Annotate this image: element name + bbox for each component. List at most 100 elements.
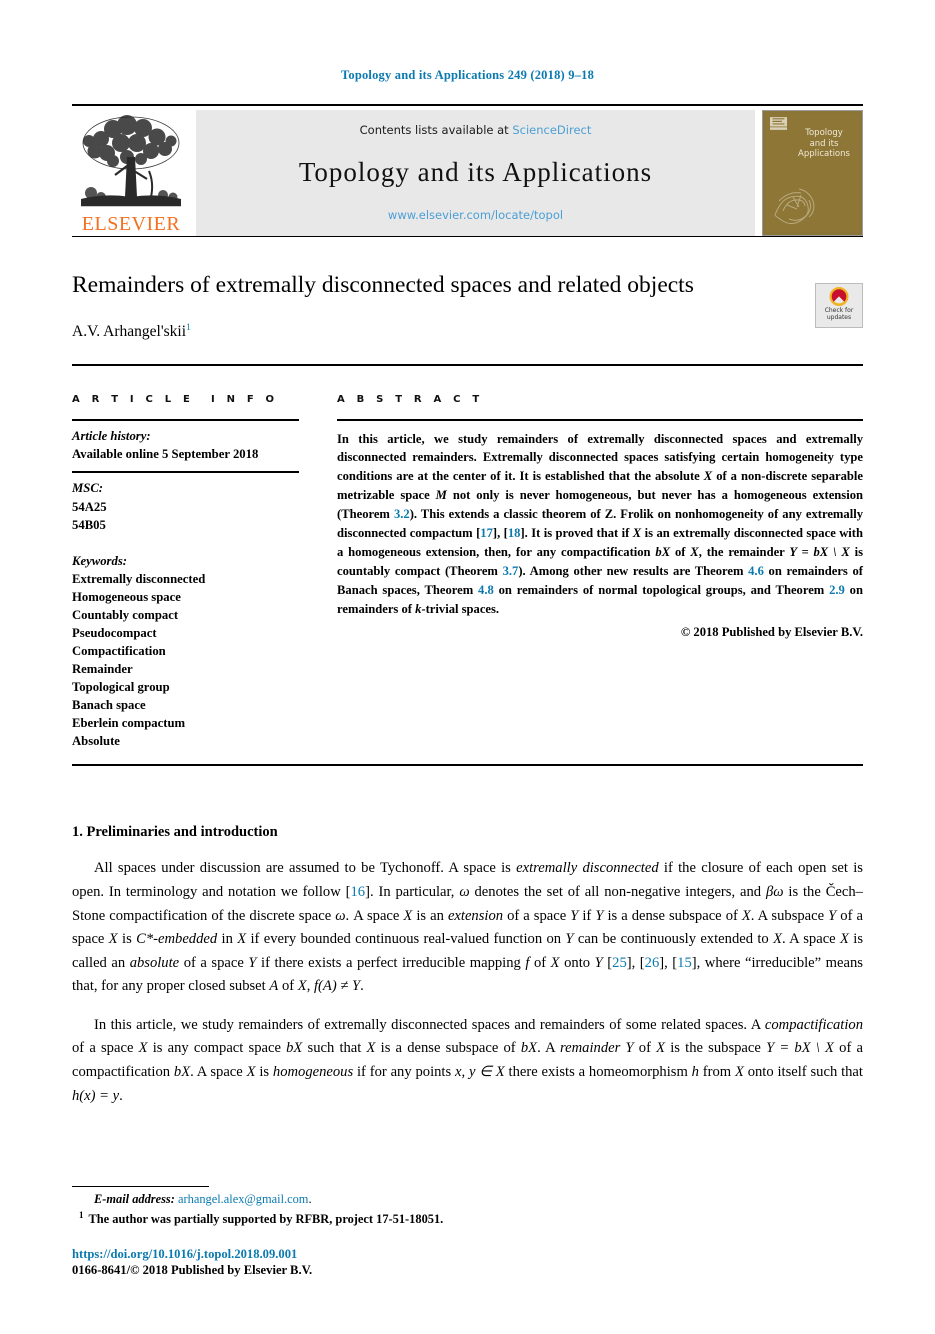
body-seg: , [306, 978, 314, 995]
body-seg: can be continuously extended to [573, 931, 774, 948]
math-var: X [734, 1064, 744, 1080]
title-block: Remainders of extremally disconnected sp… [72, 271, 863, 342]
keyword-item: Eberlein compactum [72, 716, 186, 731]
article-info-heading-word1: A R T I C L E [72, 393, 195, 405]
citation-link[interactable]: 17 [480, 526, 493, 540]
citation-link[interactable]: 18 [508, 526, 521, 540]
keywords-label: Keywords: [72, 553, 127, 568]
emphasis-term: homogeneous [272, 1064, 354, 1080]
cover-line-2: and its [809, 138, 839, 149]
masthead-bottom-rule [72, 236, 863, 237]
cover-line-1: Topology [805, 128, 843, 138]
math-var: X [632, 525, 642, 540]
emphasis-term: C*-embedded [136, 931, 218, 948]
body-seg: denotes the set of all non-negative inte… [469, 883, 766, 900]
body-seg: of [278, 978, 298, 995]
math-var: X [246, 1064, 256, 1080]
running-head: Topology and its Applications 249 (2018)… [340, 68, 595, 82]
math-var: bX [655, 544, 671, 559]
math-var: Y [594, 954, 603, 971]
body-seg: onto itself such that [743, 1064, 863, 1080]
article-body: 1. Preliminaries and introduction All sp… [72, 824, 863, 1108]
math-var: X [237, 931, 247, 948]
body-seg: of a space [72, 1040, 139, 1057]
cover-artwork-icon [774, 188, 815, 225]
email-label: E-mail address: [94, 1191, 175, 1206]
body-seg: is [255, 1064, 273, 1080]
body-seg: . A space [190, 1064, 247, 1080]
emphasis-term: extremally disconnected [516, 860, 659, 877]
keyword-item: Extremally disconnected [72, 571, 206, 586]
citation-link[interactable]: 25 [612, 955, 627, 971]
theorem-ref-link[interactable]: 4.6 [748, 564, 764, 578]
keyword-item: Homogeneous space [72, 590, 181, 604]
abstract-column: A B S T R A C T In this article, we stud… [322, 394, 863, 751]
math-var: X [108, 931, 118, 948]
abstract-seg: , the remainder [698, 544, 790, 559]
abstract-copyright: © 2018 Published by Elsevier B.V. [680, 625, 863, 640]
theorem-ref-link[interactable]: 2.9 [829, 583, 845, 597]
body-seg: is an [412, 907, 448, 924]
masthead: ELSEVIER Contents lists available at Sci… [72, 104, 863, 237]
citation-link[interactable]: 15 [677, 955, 692, 971]
body-seg: is any compact space [147, 1040, 287, 1057]
crossmark-label: Check for updates [825, 307, 854, 322]
math-var: X [297, 978, 307, 995]
body-seg: is a dense subspace of [603, 907, 742, 924]
body-seg: ], [ [626, 954, 645, 971]
author-footnote-marker[interactable]: 1 [186, 323, 191, 333]
body-seg: if there exists a perfect irreducible ma… [256, 954, 526, 971]
theorem-ref-link[interactable]: 4.8 [478, 583, 494, 597]
abstract-seg: ], [ [492, 525, 508, 540]
body-seg: of [529, 954, 551, 971]
theorem-ref-link[interactable]: 3.2 [394, 507, 410, 521]
abstract-seg: on remainders of normal topological grou… [493, 582, 830, 597]
body-seg: if every bounded continuous real-valued … [246, 931, 566, 948]
msc-block: MSC: 54A25 54B05 [72, 473, 322, 534]
keyword-item: Countably compact [72, 608, 179, 623]
doi-link[interactable]: https://doi.org/10.1016/j.topol.2018.09.… [72, 1247, 863, 1262]
abstract-seg: of [670, 544, 691, 559]
body-seg: of [633, 1040, 657, 1057]
body-seg: such that [302, 1040, 367, 1057]
emphasis-term: compactification [764, 1016, 863, 1033]
msc-code: 54B05 [72, 518, 106, 533]
math-var: X [656, 1040, 666, 1057]
masthead-top-rule [72, 104, 863, 106]
journal-url-link[interactable]: www.elsevier.com/locate/topol [388, 208, 563, 222]
math-var: A [269, 978, 279, 995]
article-info-heading: A R T I C L E I N F O [72, 394, 322, 405]
math-var: ω [335, 907, 346, 924]
body-seg: if for any points [353, 1064, 455, 1080]
crossmark-badge[interactable]: Check for updates [815, 283, 863, 328]
body-seg: ]. In particular, [365, 883, 460, 900]
citation-link[interactable]: 16 [350, 884, 365, 900]
sciencedirect-link[interactable]: ScienceDirect [512, 123, 591, 137]
abstract-seg: -trivial spaces. [421, 601, 500, 616]
article-history-label: Article history: [72, 428, 151, 443]
theorem-ref-link[interactable]: 3.7 [503, 564, 519, 578]
math-var: bX [520, 1040, 538, 1057]
abstract-text: In this article, we study remainders of … [337, 421, 863, 619]
email-link[interactable]: arhangel.alex@gmail.com [178, 1192, 308, 1206]
contents-prefix: Contents lists available at [359, 123, 513, 137]
contents-available-line: Contents lists available at ScienceDirec… [360, 123, 592, 137]
journal-cover-thumbnail[interactable]: Topology and its Applications [762, 110, 863, 236]
body-seg: is the subspace [665, 1040, 767, 1057]
author-line: A.V. Arhangel'skii1 [72, 323, 863, 341]
math-var: X [403, 907, 413, 924]
keyword-item: Pseudocompact [72, 626, 157, 641]
citation-link[interactable]: 26 [645, 955, 660, 971]
body-seg: onto [559, 954, 595, 971]
keywords-block: Keywords: Extremally disconnected Homoge… [72, 535, 322, 751]
elsevier-tree-icon [81, 115, 181, 207]
math-var: ω [459, 883, 470, 900]
math-var: bX [286, 1040, 303, 1057]
math-var: X [550, 954, 560, 971]
math-var: X [690, 544, 699, 559]
footnote-email-line: E-mail address: arhangel.alex@gmail.com. [72, 1192, 863, 1207]
info-abstract-columns: A R T I C L E I N F O Article history: A… [72, 394, 863, 751]
article-history-value: Available online 5 September 2018 [72, 446, 259, 461]
email-suffix: . [308, 1191, 312, 1206]
journal-cover-text: Topology and its Applications [791, 128, 857, 160]
